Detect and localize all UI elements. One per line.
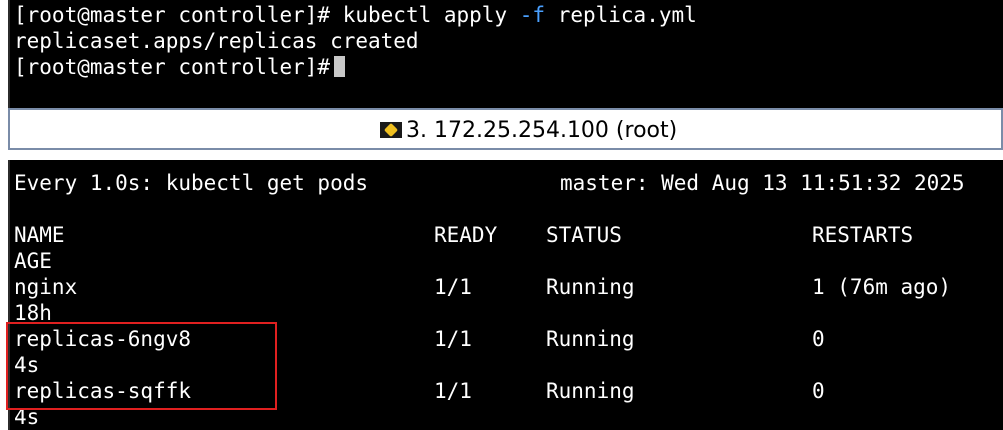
pod-age: 4s (14, 353, 40, 377)
command: kubectl apply (342, 3, 520, 27)
top-terminal-pane[interactable]: [root@master controller]# kubectl apply … (8, 0, 1003, 108)
session-tab-bar[interactable]: 3. 172.25.254.100 (root) (8, 108, 1003, 150)
pod-name: nginx (14, 275, 78, 299)
pod-age: 4s (14, 405, 40, 429)
key-icon (380, 122, 402, 138)
pod-ready: 1/1 (434, 379, 472, 403)
command-output: replicaset.apps/replicas created (14, 29, 419, 53)
pane-gap (0, 150, 1003, 160)
prompt: [root@master controller]# (14, 3, 331, 27)
pod-status: Running (546, 327, 635, 351)
column-header-restarts: RESTARTS (812, 223, 914, 247)
command-line: [root@master controller]# kubectl apply … (14, 2, 697, 28)
pod-ready: 1/1 (434, 327, 472, 351)
pod-restarts: 1 (76m ago) (812, 275, 952, 299)
prompt: [root@master controller]# (14, 55, 331, 79)
pod-ready: 1/1 (434, 275, 472, 299)
watch-header-left: Every 1.0s: kubectl get pods (14, 171, 369, 195)
pod-restarts: 0 (812, 379, 825, 403)
session-title-text: 3. 172.25.254.100 (root) (406, 117, 678, 143)
session-title[interactable]: 3. 172.25.254.100 (root) (380, 116, 677, 144)
bottom-terminal-pane[interactable]: Every 1.0s: kubectl get pods master: Wed… (8, 160, 1003, 430)
pod-restarts: 0 (812, 327, 825, 351)
pod-age: 18h (14, 301, 52, 325)
watch-header-right: master: Wed Aug 13 11:51:32 2025 (560, 171, 965, 195)
terminal-cursor (334, 56, 346, 77)
column-header-age: AGE (14, 249, 52, 273)
command-argument: replica.yml (545, 3, 697, 27)
pod-status: Running (546, 275, 635, 299)
column-header-status: STATUS (546, 223, 622, 247)
command-flag: -f (519, 3, 546, 27)
prompt-line: [root@master controller]# (14, 54, 346, 80)
column-header-ready: READY (434, 223, 498, 247)
column-header-name: NAME (14, 223, 65, 247)
pod-name: replicas-sqffk (14, 379, 192, 403)
pod-name: replicas-6ngv8 (14, 327, 192, 351)
pod-status: Running (546, 379, 635, 403)
